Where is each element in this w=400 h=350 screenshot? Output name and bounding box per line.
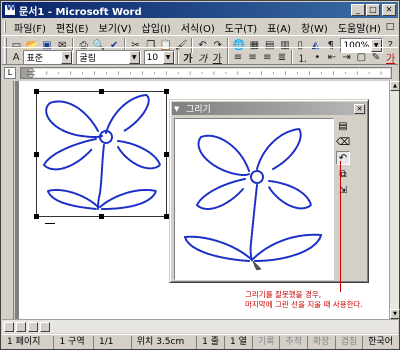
menu-table[interactable]: 표(A)	[262, 20, 296, 35]
normal-view-icon[interactable]	[4, 321, 14, 332]
status-column: 1 열	[225, 335, 253, 349]
annotation-line-2: 마지막에 그린 선을 지울 때 사용한다.	[245, 300, 363, 309]
drawing-pad-title: 그리기	[186, 105, 211, 115]
font-size-value: 10	[146, 52, 159, 63]
toolbar-separator	[176, 50, 179, 65]
inserted-drawing[interactable]	[34, 89, 169, 219]
annotation-line-1: 그리기를 잘못했을 경우,	[245, 290, 322, 299]
horizontal-scrollbar[interactable]	[2, 319, 398, 333]
drawing-pad-window[interactable]: ▼ 그리기 ✕ ▤ ⌫ ↶ ⧉ ⇲	[169, 99, 369, 283]
annotation-text: 그리기를 잘못했을 경우, 마지막에 그린 선을 지울 때 사용한다.	[245, 290, 395, 310]
drawing-canvas[interactable]	[174, 118, 334, 280]
status-page: 1 페이지	[2, 335, 55, 349]
toolbar-grip[interactable]	[4, 50, 7, 65]
minimize-button[interactable]: _	[351, 4, 365, 16]
style-select[interactable]: 표준 ▼	[23, 50, 74, 65]
flower-sketch	[183, 127, 323, 271]
toolbar-separator	[226, 50, 229, 65]
status-pages: 1/1	[94, 335, 132, 349]
vertical-ruler[interactable]	[2, 81, 14, 319]
resize-handle[interactable]	[99, 89, 104, 94]
vertical-scrollbar[interactable]: ▲ ▼	[389, 81, 400, 319]
drawing-pad-titlebar[interactable]: ▼ 그리기 ✕	[172, 102, 366, 115]
scroll-up-icon[interactable]: ▲	[390, 81, 400, 91]
font-size-select[interactable]: 10 ▼	[143, 50, 175, 65]
status-line: 1 줄	[197, 335, 226, 349]
status-position: 위치 3.5cm	[132, 335, 198, 349]
tab-selector-icon[interactable]: L	[4, 67, 16, 79]
font-value: 굴림	[79, 54, 96, 64]
horizontal-ruler[interactable]	[20, 67, 392, 79]
chevron-down-icon[interactable]: ▼	[128, 51, 140, 64]
word-app-icon[interactable]	[4, 3, 16, 16]
paragraph-end-marker	[45, 223, 55, 224]
close-button[interactable]: ✕	[382, 4, 396, 16]
menu-insert[interactable]: 삽입(I)	[137, 20, 176, 35]
chevron-down-icon[interactable]: ▼	[162, 51, 174, 64]
resize-handle[interactable]	[34, 89, 39, 94]
window-menu-icon[interactable]: ▼	[174, 105, 184, 113]
outline-view-icon[interactable]	[40, 321, 50, 332]
resize-handle[interactable]	[34, 214, 39, 219]
status-ext[interactable]: 확장	[308, 335, 336, 349]
undo-stroke-icon[interactable]: ↶	[336, 151, 350, 165]
status-trk[interactable]: 추적	[280, 335, 309, 349]
menu-view[interactable]: 보기(V)	[94, 20, 137, 35]
menu-window[interactable]: 창(W)	[296, 20, 333, 35]
menu-file[interactable]: 파일(F)	[9, 20, 51, 35]
status-bar: 1 페이지 1 구역 1/1 위치 3.5cm 1 줄 1 열 기록 추적 확장…	[2, 334, 398, 349]
menu-help[interactable]: 도움말(H)	[333, 20, 386, 35]
web-layout-icon[interactable]	[16, 321, 26, 332]
window-title: 문서1 - Microsoft Word	[19, 6, 142, 18]
drawing-pad-close-icon[interactable]: ✕	[354, 103, 365, 114]
status-ovr[interactable]: 겹침	[336, 335, 364, 349]
menu-grip[interactable]	[4, 21, 6, 33]
status-language: 한국어	[368, 336, 393, 347]
resize-handle[interactable]	[34, 152, 39, 157]
ink-mode-icon[interactable]: ▤	[336, 119, 350, 133]
document-window-controls: □ ✕	[386, 22, 400, 32]
annotation-leader-line	[340, 161, 341, 292]
menu-tools[interactable]: 도구(T)	[220, 20, 262, 35]
toolbar-separator	[291, 50, 294, 65]
status-section: 1 구역	[54, 335, 95, 349]
title-bar[interactable]: 문서1 - Microsoft Word _ □ ✕	[2, 2, 398, 18]
insert-drawing-icon[interactable]: ⇲	[336, 183, 350, 197]
doc-restore-icon[interactable]: □	[386, 22, 395, 32]
font-select[interactable]: 굴림 ▼	[76, 50, 141, 65]
menu-bar: 파일(F) 편집(E) 보기(V) 삽입(I) 서식(O) 도구(T) 표(A)…	[2, 19, 400, 35]
chevron-down-icon[interactable]: ▼	[61, 51, 73, 64]
menu-format[interactable]: 서식(O)	[176, 20, 220, 35]
scroll-down-icon[interactable]: ▼	[390, 309, 400, 319]
print-layout-icon[interactable]	[28, 321, 38, 332]
maximize-button[interactable]: □	[366, 4, 380, 16]
ruler-row: L	[2, 64, 398, 80]
menu-edit[interactable]: 편집(E)	[51, 20, 94, 35]
flower-drawing	[36, 91, 167, 217]
word-window: 문서1 - Microsoft Word _ □ ✕ 파일(F) 편집(E) 보…	[0, 0, 400, 350]
status-rec[interactable]: 기록	[253, 335, 281, 349]
style-value: 표준	[26, 54, 44, 64]
resize-handle[interactable]	[99, 214, 104, 219]
resize-handle[interactable]	[164, 89, 169, 94]
copy-drawing-icon[interactable]: ⧉	[336, 167, 350, 181]
eraser-icon[interactable]: ⌫	[336, 135, 350, 149]
